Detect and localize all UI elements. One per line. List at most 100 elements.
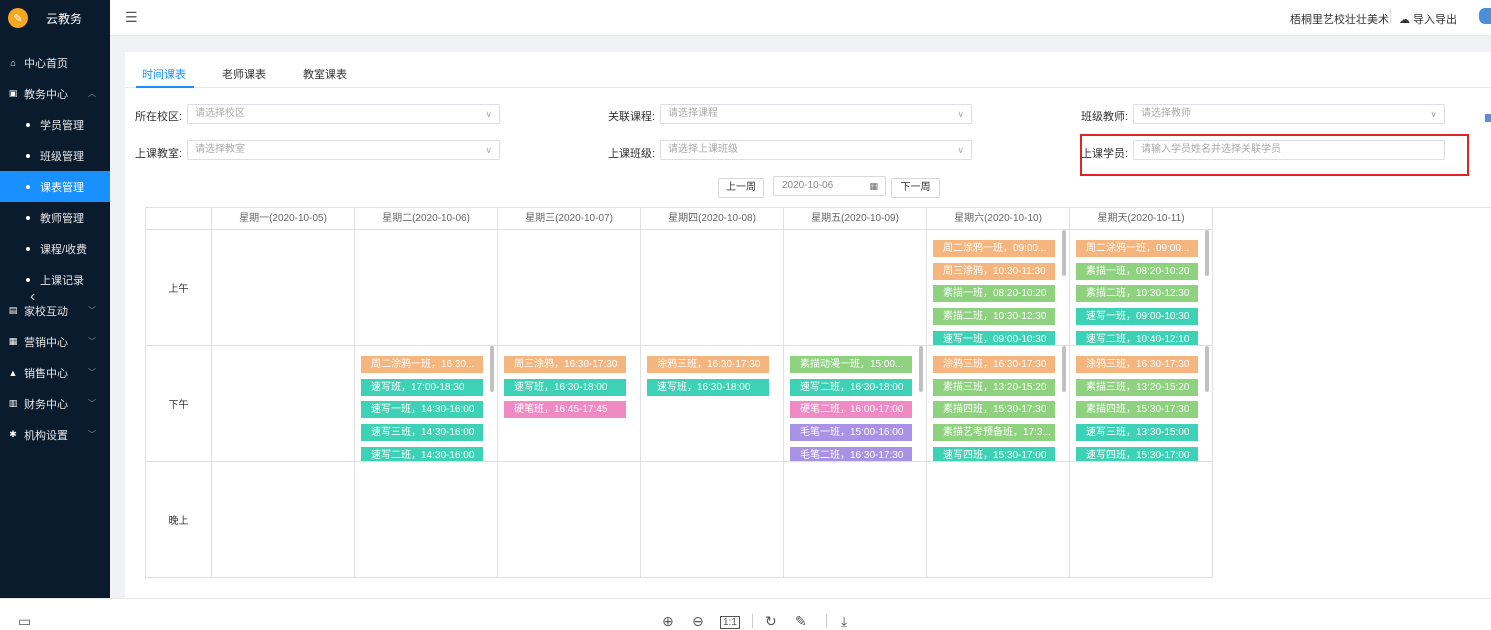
date-value: 2020-10-06 <box>782 180 834 191</box>
actual-size-icon[interactable]: 1:1 <box>720 616 740 629</box>
zoom-in-icon[interactable]: ⊕ <box>662 613 674 630</box>
cell-scrollbar[interactable] <box>919 346 923 392</box>
class-chip[interactable]: 涂鸦三班，16:30-17:30 <box>647 356 769 373</box>
sidebar-item-label: 机构设置 <box>24 429 68 442</box>
class-chip[interactable]: 硬笔二班，16:00-17:00 <box>790 401 912 419</box>
menu-toggle-icon[interactable]: ☰ <box>125 9 138 26</box>
calendar-icon: ▦ <box>869 181 878 191</box>
class-chip[interactable]: 速写一班，09:00-10:30 <box>1076 308 1198 326</box>
class-chip[interactable]: 素描二班，10:30-12:30 <box>1076 285 1198 303</box>
class-select[interactable]: 请选择上课班级 ∨ <box>660 140 972 160</box>
download-icon[interactable]: ⤓ <box>841 613 847 630</box>
class-chip[interactable]: 素描三班，13:20-15:20 <box>1076 378 1198 396</box>
chart-icon: ▲ <box>8 367 18 378</box>
tab-teacher-schedule[interactable]: 老师课表 <box>222 66 266 82</box>
sidebar-item-marketing[interactable]: ▦ 营销中心 ﹀ <box>0 326 110 357</box>
zoom-out-icon[interactable]: ⊖ <box>692 613 704 630</box>
class-chip[interactable]: 速写班，17:00-18:30 <box>361 378 483 396</box>
class-chip[interactable]: 涂鸦三班，16:30-17:30 <box>1076 356 1198 373</box>
cell-scrollbar[interactable] <box>1062 230 1066 276</box>
chevron-down-icon: ﹀ <box>88 306 96 315</box>
class-chip[interactable]: 素描一班，08:20-10:20 <box>933 285 1055 303</box>
class-chip[interactable]: 涂鸦三班，16:30-17:30 <box>933 356 1055 373</box>
edit-icon[interactable] <box>1485 114 1491 122</box>
class-chip[interactable]: 速写一班，14:30-16:00 <box>361 401 483 419</box>
sidebar-item-academic[interactable]: ▣ 教务中心 ︿ <box>0 78 110 109</box>
class-chip[interactable]: 素描四班，15:30-17:30 <box>933 401 1055 419</box>
class-chip[interactable]: 素描四班，15:30-17:30 <box>1076 401 1198 419</box>
bullet-icon <box>26 215 30 220</box>
class-chip[interactable]: 素描二班，10:30-12:30 <box>933 308 1055 326</box>
collapse-sidebar-icon[interactable]: ‹ <box>30 288 35 306</box>
panel-icon[interactable]: ▭ <box>18 613 31 630</box>
class-chip[interactable]: 素描一班，08:20-10:20 <box>1076 262 1198 280</box>
cell-scrollbar[interactable] <box>1062 346 1066 392</box>
class-chip[interactable]: 毛笔二班，16:30-17:30 <box>790 446 912 461</box>
sidebar-subitem-label: 班级管理 <box>40 150 84 163</box>
sidebar-subitem-courses[interactable]: 课程/收费 <box>0 233 110 264</box>
timetable-cell: 周二涂鸦一班，16:30... 速写班，17:00-18:30 速写一班，14:30… <box>355 346 498 462</box>
class-chip[interactable]: 速写四班，15:30-17:00 <box>933 446 1055 461</box>
campus-select[interactable]: 请选择校区 ∨ <box>187 104 500 124</box>
cell-scrollbar[interactable] <box>490 346 494 392</box>
day-header: 星期六(2020-10-10) <box>927 208 1070 230</box>
sidebar-item-home-school[interactable]: ▤ 家校互动 ﹀ <box>0 295 110 326</box>
briefcase-icon: ▦ <box>8 336 18 346</box>
tab-time-schedule[interactable]: 时间课表 <box>142 66 186 82</box>
school-name[interactable]: 梧桐里艺校壮壮美术 <box>1290 11 1389 27</box>
sidebar-item-home[interactable]: ⌂ 中心首页 <box>0 47 110 78</box>
sidebar-subitem-timetable[interactable]: 课表管理 <box>0 171 110 202</box>
class-chip[interactable]: 周三涂鸦，16:30-17:30 <box>504 356 626 373</box>
class-chip[interactable]: 周三涂鸦，10:30-11:30 <box>933 262 1055 280</box>
class-chip[interactable]: 周二涂鸦一班，16:30... <box>361 356 483 373</box>
class-chip[interactable]: 周二涂鸦一班，09:00... <box>933 240 1055 257</box>
class-chip[interactable]: 素描三班，13:20-15:20 <box>933 378 1055 396</box>
cell-scrollbar[interactable] <box>1205 346 1209 392</box>
class-chip[interactable]: 速写班，16:30-18:00 <box>504 378 626 396</box>
prev-week-button[interactable]: 上一周 <box>718 178 764 198</box>
class-chip[interactable]: 速写班，16:30-18:00 <box>647 378 769 396</box>
class-chip[interactable]: 速写二班，14:30-16:00 <box>361 446 483 461</box>
sidebar-subitem-students[interactable]: 学员管理 <box>0 109 110 140</box>
sidebar-subitem-teachers[interactable]: 教师管理 <box>0 202 110 233</box>
timetable-cell: 周二涂鸦一班，09:00... 周三涂鸦，10:30-11:30 素描一班，08:2… <box>927 230 1070 346</box>
sidebar-subitem-label: 教师管理 <box>40 212 84 225</box>
teacher-select[interactable]: 请选择教师 ∨ <box>1133 104 1445 124</box>
timetable-corner <box>146 208 212 230</box>
timetable-cell: 涂鸦三班，16:30-17:30 素描三班，13:20-15:20 素描四班，15:… <box>927 346 1070 462</box>
tab-room-schedule[interactable]: 教室课表 <box>303 66 347 82</box>
sidebar-item-label: 教务中心 <box>24 88 68 101</box>
toolbar-divider <box>752 614 753 628</box>
sidebar-item-finance[interactable]: ▥ 财务中心 ﹀ <box>0 388 110 419</box>
class-chip[interactable]: 素描动漫一班，15:00... <box>790 356 912 373</box>
class-chip[interactable]: 速写二班，10:40-12:10 <box>1076 330 1198 345</box>
sidebar-subitem-classes[interactable]: 班级管理 <box>0 140 110 171</box>
room-select[interactable]: 请选择教室 ∨ <box>187 140 500 160</box>
class-label: 上课班级: <box>608 148 656 160</box>
course-select[interactable]: 请选择课程 ∨ <box>660 104 972 124</box>
sidebar-subitem-records[interactable]: 上课记录 <box>0 264 110 295</box>
class-chip[interactable]: 周二涂鸦一班，09:00... <box>1076 240 1198 257</box>
tab-bar: 时间课表 老师课表 教室课表 <box>125 52 1491 88</box>
day-header: 星期四(2020-10-08) <box>641 208 784 230</box>
class-chip[interactable]: 硬笔班，16:45-17:45 <box>504 401 626 419</box>
room-label: 上课教室: <box>135 148 183 160</box>
rotate-icon[interactable]: ↻ <box>765 613 777 630</box>
cell-scrollbar[interactable] <box>1205 230 1209 276</box>
class-chip[interactable]: 素描艺考预备班，17:3... <box>933 424 1055 442</box>
class-chip[interactable]: 速写四班，15:30-17:00 <box>1076 446 1198 461</box>
chevron-down-icon: ∨ <box>957 145 964 155</box>
avatar[interactable] <box>1479 8 1491 24</box>
edit-icon[interactable]: ✎ <box>795 613 807 630</box>
next-week-button[interactable]: 下一周 <box>891 178 940 198</box>
class-chip[interactable]: 毛笔一班，15:00-16:00 <box>790 424 912 442</box>
class-placeholder: 请选择上课班级 <box>668 144 738 155</box>
class-chip[interactable]: 速写三班，13:30-15:00 <box>1076 424 1198 442</box>
sidebar-item-sales[interactable]: ▲ 销售中心 ﹀ <box>0 357 110 388</box>
class-chip[interactable]: 速写一班，09:00-10:30 <box>933 330 1055 345</box>
class-chip[interactable]: 速写三班，14:30-16:00 <box>361 424 483 442</box>
import-export-button[interactable]: ☁ 导入导出 <box>1399 11 1457 27</box>
class-chip[interactable]: 速写二班，16:30-18:00 <box>790 378 912 396</box>
sidebar-item-settings[interactable]: ✱ 机构设置 ﹀ <box>0 419 110 450</box>
date-picker[interactable]: 2020-10-06 ▦ <box>773 176 886 196</box>
